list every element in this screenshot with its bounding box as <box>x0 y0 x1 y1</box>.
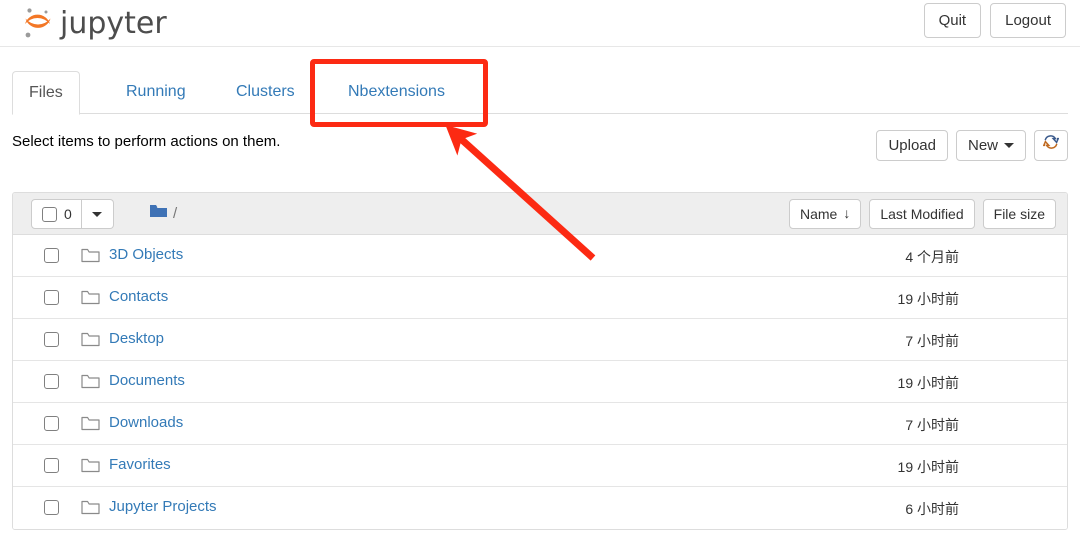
arrow-down-icon: ↓ <box>843 205 851 221</box>
quit-button[interactable]: Quit <box>923 3 982 38</box>
sort-button-group: Name ↓ Last Modified File size <box>789 199 1056 229</box>
refresh-button[interactable] <box>1034 130 1068 161</box>
row-name-link[interactable]: Downloads <box>109 414 183 431</box>
row-name-link[interactable]: Contacts <box>109 288 168 305</box>
row-checkbox[interactable] <box>44 458 59 473</box>
upload-button[interactable]: Upload <box>876 130 948 161</box>
new-button[interactable]: New <box>955 130 1026 161</box>
row-checkbox[interactable] <box>44 290 59 305</box>
table-row[interactable]: Jupyter Projects 6 小时前 <box>13 487 1067 529</box>
row-checkbox[interactable] <box>44 332 59 347</box>
select-all-dropdown-button[interactable] <box>81 199 114 229</box>
chevron-down-icon <box>92 211 103 217</box>
row-name-link[interactable]: 3D Objects <box>109 246 183 263</box>
tab-clusters[interactable]: Clusters <box>220 71 311 114</box>
folder-icon <box>81 289 100 306</box>
tab-bar: Files Running Clusters Nbextensions <box>12 71 1068 115</box>
row-checkbox[interactable] <box>44 248 59 263</box>
jupyter-logo-text: jupyter <box>60 6 167 41</box>
row-modified: 7 小时前 <box>905 333 959 349</box>
select-all-group: 0 <box>31 199 114 229</box>
row-name-link[interactable]: Desktop <box>109 330 164 347</box>
folder-icon <box>81 415 100 432</box>
row-checkbox[interactable] <box>44 416 59 431</box>
header-button-group: Quit Logout <box>923 3 1066 38</box>
row-modified: 7 小时前 <box>905 417 959 433</box>
upload-button-label: Upload <box>888 137 936 154</box>
sort-last-modified-button[interactable]: Last Modified <box>869 199 975 229</box>
tab-nbextensions[interactable]: Nbextensions <box>332 71 461 114</box>
breadcrumb[interactable]: / <box>149 203 177 223</box>
row-name-link[interactable]: Documents <box>109 372 185 389</box>
refresh-icon <box>1042 131 1060 160</box>
jupyter-logo-icon <box>18 3 58 43</box>
selected-count: 0 <box>64 206 72 222</box>
new-button-label: New <box>967 137 998 154</box>
row-modified: 19 小时前 <box>897 291 959 307</box>
select-all-checkbox-button[interactable]: 0 <box>31 199 82 229</box>
sort-file-size-button[interactable]: File size <box>982 199 1056 229</box>
row-modified: 6 小时前 <box>905 501 959 517</box>
app-header: jupyter Quit Logout <box>0 0 1080 47</box>
folder-filled-icon <box>149 203 168 223</box>
sort-name-label: Name <box>800 206 838 222</box>
table-row[interactable]: Desktop 7 小时前 <box>13 319 1067 361</box>
folder-icon <box>81 247 100 264</box>
folder-icon <box>81 373 100 390</box>
folder-icon <box>81 499 100 516</box>
table-row[interactable]: Downloads 7 小时前 <box>13 403 1067 445</box>
toolbar-button-group: Upload New <box>876 130 1068 161</box>
row-name-link[interactable]: Jupyter Projects <box>109 498 217 515</box>
table-row[interactable]: 3D Objects 4 个月前 <box>13 235 1067 277</box>
row-modified: 19 小时前 <box>897 375 959 391</box>
folder-icon <box>81 457 100 474</box>
chevron-down-icon <box>1004 143 1014 148</box>
selection-hint-text: Select items to perform actions on them. <box>12 133 281 150</box>
table-row[interactable]: Favorites 19 小时前 <box>13 445 1067 487</box>
jupyter-logo[interactable]: jupyter <box>18 0 167 46</box>
row-checkbox[interactable] <box>44 500 59 515</box>
sort-name-button[interactable]: Name ↓ <box>789 199 862 229</box>
logout-button[interactable]: Logout <box>990 3 1066 38</box>
table-row[interactable]: Contacts 19 小时前 <box>13 277 1067 319</box>
file-list-header: 0 / Name ↓ Last Modified File size <box>13 193 1067 235</box>
row-modified: 19 小时前 <box>897 459 959 475</box>
breadcrumb-path[interactable]: / <box>173 205 177 222</box>
folder-icon <box>81 331 100 348</box>
row-checkbox[interactable] <box>44 374 59 389</box>
tab-running[interactable]: Running <box>110 71 202 114</box>
file-list: 0 / Name ↓ Last Modified File size 3D Ob… <box>12 192 1068 530</box>
tab-files[interactable]: Files <box>12 71 80 115</box>
select-all-checkbox[interactable] <box>42 206 57 222</box>
table-row[interactable]: Documents 19 小时前 <box>13 361 1067 403</box>
row-modified: 4 个月前 <box>905 249 959 265</box>
row-name-link[interactable]: Favorites <box>109 456 171 473</box>
